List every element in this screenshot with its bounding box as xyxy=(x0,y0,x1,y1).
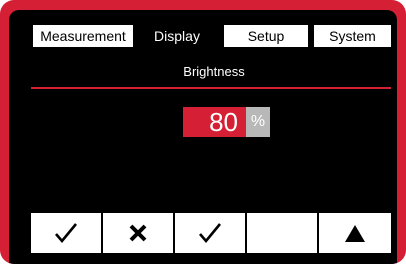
softkey-confirm-1[interactable] xyxy=(31,213,101,253)
up-triangle-icon xyxy=(345,225,365,242)
brightness-unit: % xyxy=(246,107,270,137)
tab-setup[interactable]: Setup xyxy=(224,25,308,47)
section-title: Brightness xyxy=(183,64,245,79)
check-icon xyxy=(199,223,222,244)
softkey-confirm-2[interactable] xyxy=(175,213,245,253)
softkey-bar xyxy=(31,213,391,253)
device-frame: Measurement Display Setup System Brightn… xyxy=(0,0,406,264)
tab-bar: Measurement Display Setup System xyxy=(22,25,391,47)
divider xyxy=(31,87,391,89)
softkey-cancel[interactable] xyxy=(103,213,173,253)
brightness-value[interactable]: 80 xyxy=(183,107,246,137)
tab-display[interactable]: Display xyxy=(137,25,217,47)
softkey-up[interactable] xyxy=(319,213,391,253)
tab-system[interactable]: System xyxy=(314,25,391,47)
check-icon xyxy=(55,223,78,244)
tab-measurement[interactable]: Measurement xyxy=(33,25,133,47)
x-icon xyxy=(129,224,147,242)
softkey-blank[interactable] xyxy=(247,213,317,253)
